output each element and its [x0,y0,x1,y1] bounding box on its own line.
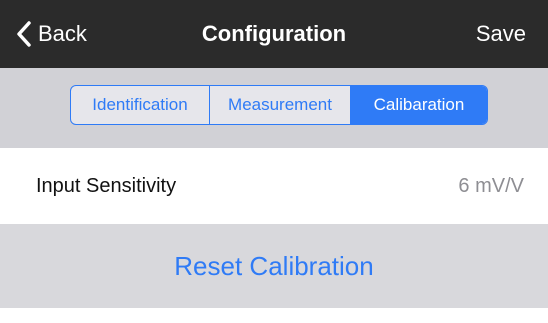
navigation-bar: Back Configuration Save [0,0,548,68]
reset-calibration-button[interactable]: Reset Calibration [0,224,548,308]
tab-measurement[interactable]: Measurement [209,86,350,124]
reset-calibration-label: Reset Calibration [174,250,374,281]
segmented-control-area: Identification Measurement Calibaration [0,68,548,148]
bottom-spacer [0,308,548,323]
input-sensitivity-row[interactable]: Input Sensitivity 6 mV/V [0,148,548,224]
input-sensitivity-value: 6 mV/V [458,175,524,197]
tab-calibaration[interactable]: Calibaration [350,86,487,124]
chevron-left-icon [16,21,38,47]
input-sensitivity-label: Input Sensitivity [36,175,177,197]
back-button-label: Back [38,21,87,46]
tab-identification[interactable]: Identification [71,86,209,124]
back-button[interactable]: Back [16,0,87,68]
save-button[interactable]: Save [476,0,526,68]
segmented-control: Identification Measurement Calibaration [70,85,488,125]
